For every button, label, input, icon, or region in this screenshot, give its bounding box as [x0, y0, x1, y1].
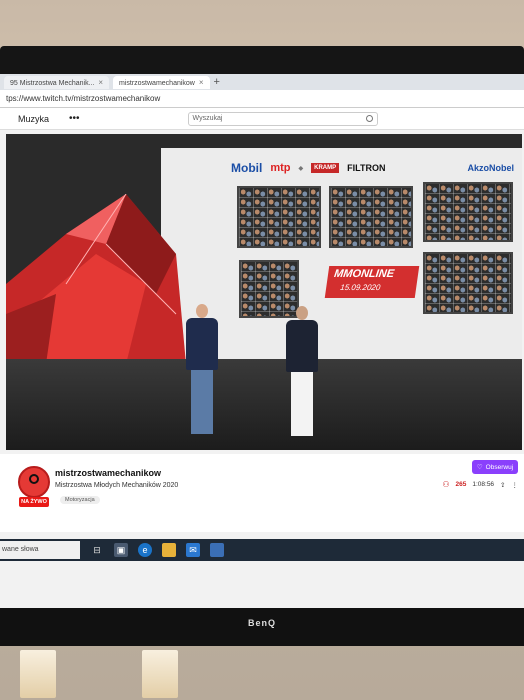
browser-tab[interactable]: 95 Mistrzostwa Mechanik... ×: [4, 75, 109, 89]
monitor: 95 Mistrzostwa Mechanik... × mistrzostwam…: [0, 46, 524, 646]
monitor-brand-logo: BenQ: [247, 618, 276, 628]
app-icon[interactable]: [210, 543, 224, 557]
video-call-grid: [237, 186, 321, 248]
screen: 95 Mistrzostwa Mechanik... × mistrzostwam…: [0, 74, 524, 608]
mail-icon[interactable]: ✉: [186, 543, 200, 557]
ceiling-lamp: [142, 650, 178, 698]
nav-music[interactable]: Muzyka: [18, 114, 49, 124]
sponsor-logo: mtp: [270, 162, 291, 174]
close-icon[interactable]: ×: [98, 78, 103, 87]
live-badge: NA ŻYWO: [19, 497, 49, 507]
edge-browser-icon[interactable]: e: [138, 543, 152, 557]
new-tab-plus-icon[interactable]: +: [214, 76, 220, 88]
channel-avatar[interactable]: [18, 466, 50, 498]
stream-stats: ⚇ 265 1:08:56 ⇪ ⋮: [442, 480, 518, 489]
viewer-count: 265: [455, 481, 467, 488]
taskbar-search[interactable]: wane słowa: [0, 541, 80, 559]
video-player[interactable]: Mobil mtp ◆ KRAMP FILTRON AkzoNobel MMON…: [6, 134, 522, 450]
user-icon: [29, 474, 39, 484]
event-date: 15.09.2020: [339, 283, 381, 292]
red-geometric-decoration: [6, 194, 186, 364]
more-icon[interactable]: •••: [69, 113, 80, 124]
presenter-right: [284, 306, 320, 436]
task-view-icon[interactable]: ⊟: [90, 543, 104, 557]
close-icon[interactable]: ×: [199, 78, 204, 87]
stream-title: Mistrzostwa Młodych Mechaników 2020: [55, 482, 179, 489]
stage-floor: [6, 359, 522, 450]
twitch-top-nav: Muzyka ••• Wyszukaj: [0, 108, 524, 130]
file-explorer-icon[interactable]: [162, 543, 176, 557]
share-icon[interactable]: ⇪: [500, 481, 505, 489]
taskbar: wane słowa ⊟ ▣ e ✉: [0, 539, 524, 561]
channel-name[interactable]: mistrzostwamechanikow: [55, 468, 161, 478]
search-placeholder: Wyszukaj: [192, 114, 223, 122]
follow-button[interactable]: ♡ Obserwuj: [472, 460, 518, 474]
sponsor-logo: Mobil: [231, 161, 263, 175]
event-logo: MMONLINE 15.09.2020: [324, 266, 420, 298]
search-input[interactable]: Wyszukaj: [187, 111, 378, 126]
channel-info-bar: NA ŻYWO mistrzostwamechanikow Mistrzostw…: [0, 454, 524, 532]
sponsor-logo: FILTRON: [347, 163, 386, 173]
search-icon[interactable]: [365, 114, 373, 122]
sponsor-logo: AkzoNobel: [467, 163, 514, 173]
sponsor-logo-icon: ◆: [298, 165, 304, 172]
monitor-bezel: BenQ: [0, 608, 524, 646]
event-logo-text: MMONLINE: [333, 268, 395, 280]
store-icon[interactable]: ▣: [114, 543, 128, 557]
viewers-icon: ⚇: [442, 480, 450, 489]
browser-tab-active[interactable]: mistrzostwamechanikow ×: [113, 75, 210, 89]
more-options-icon[interactable]: ⋮: [512, 481, 519, 489]
video-call-grid: [423, 252, 513, 314]
category-tag[interactable]: Motoryzacja: [60, 496, 100, 504]
video-call-grid: [423, 182, 513, 242]
browser-tab-bar: 95 Mistrzostwa Mechanik... × mistrzostwam…: [0, 74, 524, 90]
video-call-grid: [329, 186, 413, 248]
sponsor-logos: Mobil mtp ◆ KRAMP FILTRON AkzoNobel: [231, 158, 514, 178]
follow-label: Obserwuj: [485, 463, 514, 471]
heart-icon: ♡: [476, 464, 483, 471]
presenter-left: [184, 304, 220, 434]
tab-label: mistrzostwamechanikow: [119, 79, 195, 87]
ceiling-lamp: [20, 650, 56, 698]
tab-label: 95 Mistrzostwa Mechanik...: [10, 79, 95, 87]
address-bar[interactable]: tps://www.twitch.tv/mistrzostwamechaniko…: [0, 90, 524, 108]
sponsor-logo: KRAMP: [311, 163, 340, 173]
uptime: 1:08:56: [472, 481, 495, 488]
